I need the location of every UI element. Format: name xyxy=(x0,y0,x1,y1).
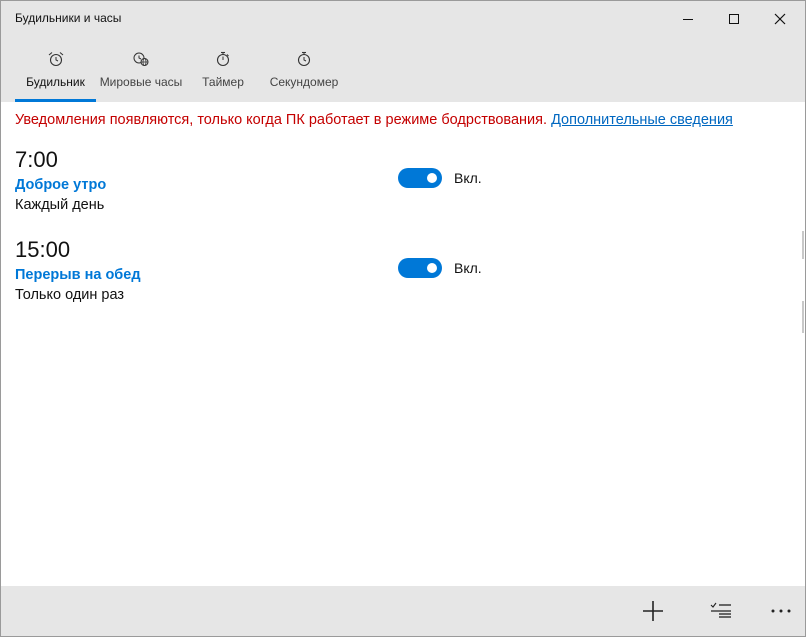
alarm-list-pane: Уведомления появляются, только когда ПК … xyxy=(1,102,805,586)
scrollbar-indicator[interactable] xyxy=(802,301,804,333)
tab-world-clock[interactable]: Мировые часы xyxy=(98,37,184,102)
more-options-button[interactable] xyxy=(757,586,805,636)
select-list-icon xyxy=(710,602,731,618)
alarm-time: 7:00 xyxy=(15,147,58,172)
alarm-name: Перерыв на обед xyxy=(15,267,141,283)
close-button[interactable] xyxy=(757,1,803,37)
tab-bar: Будильник Мировые часы Таймер Секундомер xyxy=(1,37,805,102)
title-bar: Будильники и часы xyxy=(1,1,805,37)
tab-label: Мировые часы xyxy=(99,75,183,89)
maximize-button[interactable] xyxy=(711,1,757,37)
tab-alarm[interactable]: Будильник xyxy=(15,37,96,102)
select-alarms-button[interactable] xyxy=(697,586,745,636)
app-window: Будильники и часы Будильник Мировые часы… xyxy=(0,0,806,637)
toggle-state-label: Вкл. xyxy=(454,260,482,276)
stopwatch-icon xyxy=(297,51,311,67)
plus-icon xyxy=(643,601,663,621)
alarm-repeat: Каждый день xyxy=(15,197,105,213)
alarm-time: 15:00 xyxy=(15,237,71,262)
alarm-name: Доброе утро xyxy=(15,177,107,193)
maximize-icon xyxy=(729,14,739,24)
tab-label: Таймер xyxy=(202,75,244,89)
alarm-clock-icon xyxy=(48,52,63,67)
minimize-icon xyxy=(683,19,693,20)
notice-text: Уведомления появляются, только когда ПК … xyxy=(15,112,548,128)
close-icon xyxy=(774,13,786,25)
more-info-link[interactable]: Дополнительные сведения xyxy=(551,112,733,128)
alarm-item[interactable]: 7:00 Доброе утро Каждый день Вкл. xyxy=(15,147,515,227)
alarm-toggle[interactable] xyxy=(398,258,442,278)
new-alarm-button[interactable] xyxy=(629,586,677,636)
window-title: Будильники и часы xyxy=(15,11,122,25)
toggle-state-label: Вкл. xyxy=(454,170,482,186)
tab-label: Будильник xyxy=(26,75,85,89)
toggle-knob xyxy=(427,263,437,273)
tab-label: Секундомер xyxy=(269,75,339,89)
alarm-toggle[interactable] xyxy=(398,168,442,188)
scrollbar-indicator[interactable] xyxy=(802,231,804,259)
tab-timer[interactable]: Таймер xyxy=(194,37,252,102)
toggle-knob xyxy=(427,173,437,183)
alarm-repeat: Только один раз xyxy=(15,287,125,303)
wake-notice: Уведомления появляются, только когда ПК … xyxy=(15,112,733,128)
more-icon xyxy=(771,609,791,613)
minimize-button[interactable] xyxy=(665,1,711,37)
world-clock-icon xyxy=(133,52,149,66)
command-bar xyxy=(1,586,805,636)
alarm-item[interactable]: 15:00 Перерыв на обед Только один раз Вк… xyxy=(15,237,515,317)
timer-icon xyxy=(216,51,230,67)
tab-stopwatch[interactable]: Секундомер xyxy=(267,37,341,102)
